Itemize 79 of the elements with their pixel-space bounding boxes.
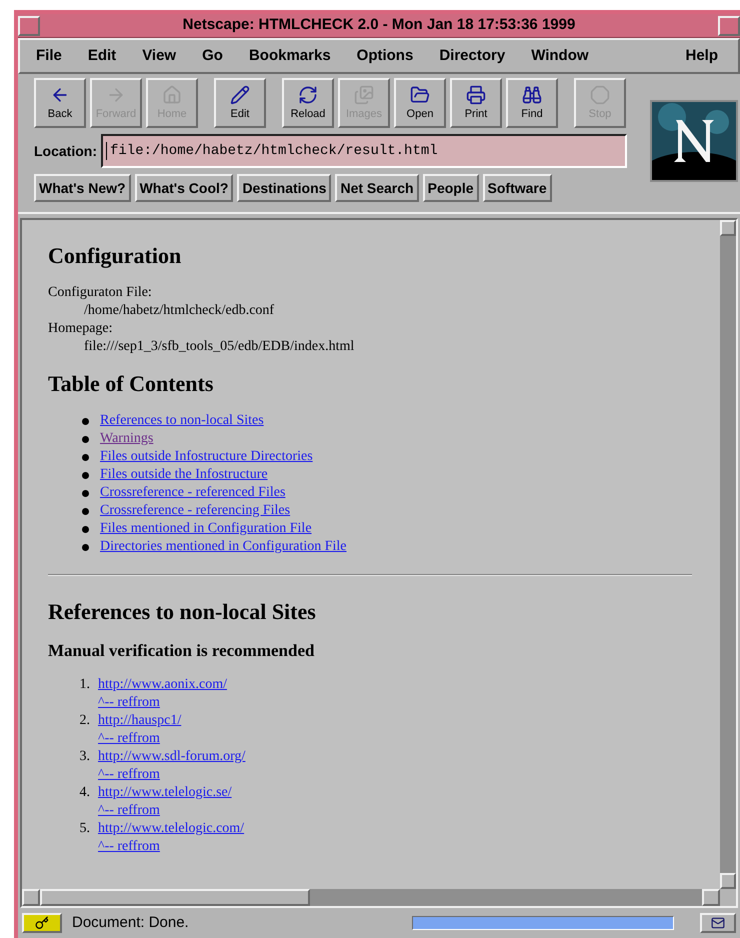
house-icon [162, 85, 182, 105]
directory-button[interactable]: What's New? [34, 174, 131, 202]
directory-button[interactable]: People [422, 174, 479, 202]
menu-item[interactable]: View [142, 44, 176, 68]
security-key-icon [22, 913, 62, 933]
horizontal-scrollbar[interactable] [22, 889, 720, 906]
images-icon [354, 85, 374, 105]
reffrom-link[interactable]: ^-- reffrom [98, 838, 160, 856]
toc-link[interactable]: Crossreference - referencing Files [100, 502, 290, 520]
list-number: 4. [78, 784, 91, 802]
bullet-icon [82, 472, 89, 478]
bullet-icon [82, 508, 89, 514]
reffrom-link[interactable]: ^-- reffrom [98, 730, 160, 748]
toc-link[interactable]: Files outside Infostructure Directories [100, 448, 313, 466]
config-value: /home/habetz/htmlcheck/edb.conf [83, 302, 276, 320]
reffrom-link[interactable]: ^-- reffrom [98, 694, 160, 712]
list-number: 2. [78, 712, 91, 730]
bullet-icon [82, 490, 89, 496]
toc-link[interactable]: Directories mentioned in Configuration File [100, 538, 347, 556]
octagon-icon [590, 85, 610, 105]
toc-link[interactable]: Crossreference - referenced Files [100, 484, 286, 502]
directory-button[interactable]: Net Search [335, 174, 419, 202]
section-heading: Configuration [48, 242, 182, 270]
reload-icon [298, 85, 318, 105]
section-heading: Table of Contents [48, 370, 214, 398]
toolbar-button[interactable]: Edit [214, 78, 266, 128]
menu-item[interactable]: Go [202, 44, 223, 68]
toolbar-button[interactable]: Find [506, 78, 558, 128]
vertical-scrollbar[interactable] [720, 220, 736, 889]
reference-link[interactable]: http://www.sdl-forum.org/ [98, 748, 246, 766]
menu-item[interactable]: Window [531, 44, 589, 68]
menu-item[interactable]: Options [356, 44, 414, 68]
status-text: Document: Done. [72, 912, 190, 933]
menu-item[interactable]: Directory [439, 44, 506, 68]
window-title: Netscape: HTMLCHECK 2.0 - Mon Jan 18 17:53:36 1999 [182, 15, 576, 36]
config-value: file:///sep1_3/sfb_tools_05/edb/EDB/index.html [83, 338, 356, 356]
directory-button[interactable]: Destinations [237, 174, 332, 202]
minimize-button[interactable] [718, 16, 740, 36]
reference-link[interactable]: http://www.aonix.com/ [98, 676, 227, 694]
menu-item[interactable]: File [36, 44, 62, 68]
list-number: 5. [78, 820, 91, 838]
mail-button[interactable] [700, 913, 736, 933]
toolbar-button[interactable]: Print [450, 78, 502, 128]
pencil-icon [230, 85, 250, 105]
bullet-icon [82, 454, 89, 460]
window-menu-button[interactable] [18, 16, 40, 36]
list-number: 3. [78, 748, 91, 766]
toc-link[interactable]: References to non-local Sites [100, 412, 264, 430]
envelope-icon [711, 916, 725, 930]
menu-item[interactable]: Edit [88, 44, 116, 68]
bullet-icon [82, 526, 89, 532]
toc-link[interactable]: Files outside the Infostructure [100, 466, 268, 484]
directory-button[interactable]: What's Cool? [134, 174, 234, 202]
reference-link[interactable]: http://www.telelogic.com/ [98, 820, 244, 838]
toolbar-button[interactable]: Back [34, 78, 86, 128]
toolbar-button[interactable]: Open [394, 78, 446, 128]
subheading: Manual verification is recommended [48, 640, 316, 662]
reference-link[interactable]: http://hauspc1/ [98, 712, 182, 730]
toc-link[interactable]: Warnings [100, 430, 154, 448]
bullet-icon [82, 436, 89, 442]
location-label: Location: [34, 142, 97, 160]
config-label: Homepage: [48, 320, 114, 338]
menu-item[interactable]: Help [685, 44, 718, 68]
bullet-icon [82, 544, 89, 550]
section-heading: References to non-local Sites [48, 598, 317, 626]
toc-link[interactable]: Files mentioned in Configuration File [100, 520, 312, 538]
list-number: 1. [78, 676, 91, 694]
menu-item[interactable]: Bookmarks [248, 44, 331, 68]
printer-icon [466, 85, 486, 105]
directory-button[interactable]: Software [482, 174, 552, 202]
reffrom-link[interactable]: ^-- reffrom [98, 802, 160, 820]
bullet-icon [82, 418, 89, 424]
folder-icon [410, 85, 430, 105]
config-label: Configuraton File: [48, 284, 153, 302]
location-field[interactable]: file:/home/habetz/htmlcheck/result.html [101, 134, 627, 168]
binoculars-icon [522, 85, 542, 105]
reffrom-link[interactable]: ^-- reffrom [98, 766, 160, 784]
reference-link[interactable]: http://www.telelogic.se/ [98, 784, 232, 802]
toolbar-button[interactable]: Reload [282, 78, 334, 128]
